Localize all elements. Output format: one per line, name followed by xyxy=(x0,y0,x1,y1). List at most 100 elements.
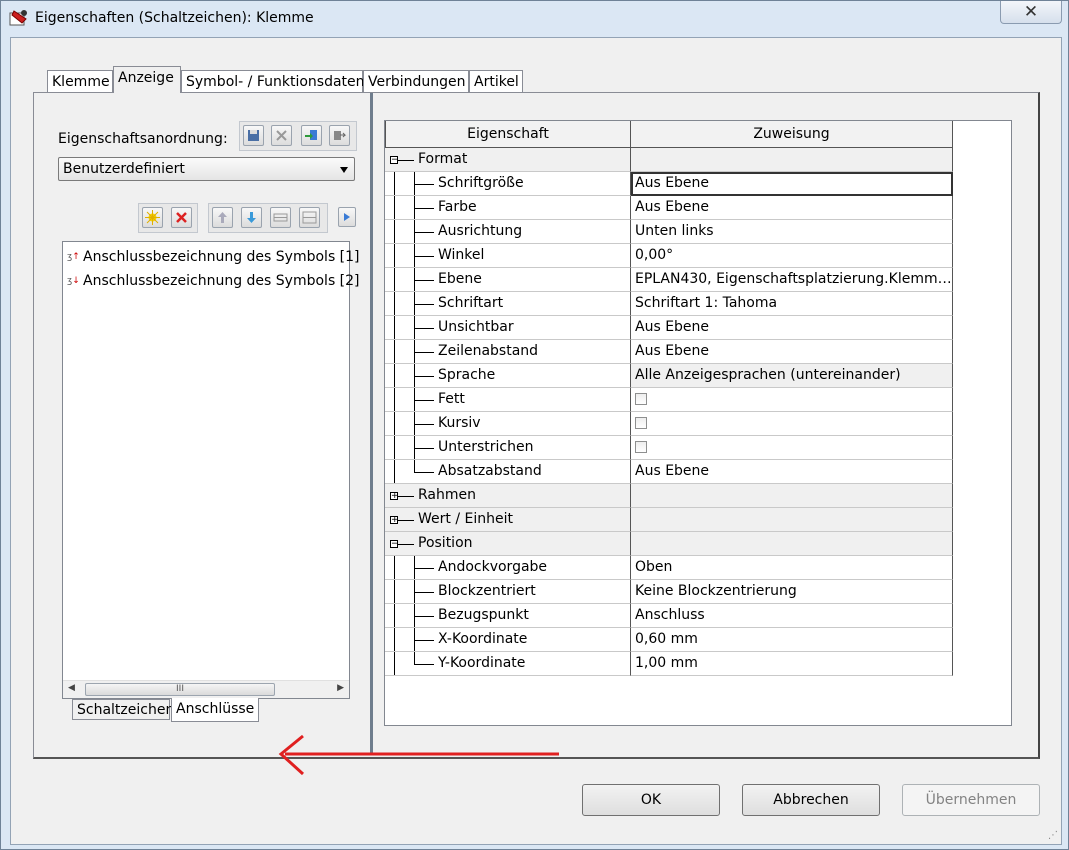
horizontal-scrollbar[interactable]: ◀ III ▶ xyxy=(63,680,349,698)
arrangement-select-value: Benutzerdefiniert xyxy=(63,161,185,177)
tab-verbindungen[interactable]: Verbindungen xyxy=(363,70,469,92)
connection-up-icon: ʒ↑ xyxy=(67,252,80,262)
list-item[interactable]: ʒ↓ Anschlussbezeichnung des Symbols [2] xyxy=(67,270,360,292)
property-value-cell xyxy=(631,508,953,532)
property-value-cell[interactable]: EPLAN430, Eigenschaftsplatzierung.Klemme… xyxy=(631,268,953,292)
app-icon xyxy=(9,10,27,26)
column-header-property[interactable]: Eigenschaft xyxy=(385,121,631,148)
expand-icon[interactable]: + xyxy=(390,492,399,501)
tree-connector xyxy=(394,412,395,435)
table-row[interactable]: Position − xyxy=(385,532,953,556)
delete-icon[interactable] xyxy=(271,125,292,146)
table-row[interactable]: Absatzabstand Aus Ebene xyxy=(385,460,953,484)
table-row[interactable]: Zeilenabstand Aus Ebene xyxy=(385,340,953,364)
property-name: Sprache xyxy=(438,367,496,383)
table-row[interactable]: Blockzentriert Keine Blockzentrierung xyxy=(385,580,953,604)
list-item[interactable]: ʒ↑ Anschlussbezeichnung des Symbols [1] xyxy=(67,246,360,268)
property-name: Schriftart xyxy=(438,295,504,311)
move-down-icon[interactable] xyxy=(241,207,262,228)
property-value-cell[interactable]: 0,60 mm xyxy=(631,628,953,652)
import-icon[interactable] xyxy=(301,125,322,146)
table-row[interactable]: Ebene EPLAN430, Eigenschaftsplatzierung.K… xyxy=(385,268,953,292)
scroll-thumb[interactable]: III xyxy=(85,683,275,696)
property-value-cell[interactable]: Aus Ebene xyxy=(631,316,953,340)
table-row[interactable]: Farbe Aus Ebene xyxy=(385,196,953,220)
tree-connector xyxy=(394,172,395,195)
table-row[interactable]: Format − xyxy=(385,148,953,172)
table-row[interactable]: Schriftgröße Aus Ebene xyxy=(385,172,953,196)
table-row[interactable]: Wert / Einheit + xyxy=(385,508,953,532)
property-value-cell[interactable]: Oben xyxy=(631,556,953,580)
tab-klemme[interactable]: Klemme xyxy=(47,70,113,92)
property-value-cell[interactable] xyxy=(631,436,953,460)
table-row[interactable]: Schriftart Schriftart 1: Tahoma xyxy=(385,292,953,316)
more-icon[interactable] xyxy=(338,207,356,227)
tree-connector xyxy=(394,220,395,243)
delete-icon[interactable] xyxy=(171,207,192,228)
table-row[interactable]: Unsichtbar Aus Ebene xyxy=(385,316,953,340)
tab-artikel[interactable]: Artikel xyxy=(469,70,523,92)
property-value-cell[interactable]: Aus Ebene xyxy=(631,196,953,220)
property-value-cell[interactable]: Alle Anzeigesprachen (untereinander) xyxy=(631,364,953,388)
collapse-icon[interactable]: − xyxy=(390,540,399,549)
property-name-cell: Absatzabstand xyxy=(385,460,631,484)
property-value-cell[interactable]: Aus Ebene xyxy=(631,172,953,196)
table-row[interactable]: Ausrichtung Unten links xyxy=(385,220,953,244)
property-value-cell[interactable]: Unten links xyxy=(631,220,953,244)
apply-button[interactable]: Übernehmen xyxy=(902,784,1040,816)
annotation-arrow xyxy=(278,734,559,776)
resize-grip-icon[interactable]: ⋰ xyxy=(1048,830,1058,841)
table-row[interactable]: Kursiv xyxy=(385,412,953,436)
checkbox[interactable] xyxy=(635,393,647,405)
tree-connector xyxy=(394,436,395,459)
property-value-cell[interactable] xyxy=(631,388,953,412)
table-row[interactable]: Rahmen + xyxy=(385,484,953,508)
tree-connector xyxy=(394,244,395,267)
table-row[interactable]: X-Koordinate 0,60 mm xyxy=(385,628,953,652)
property-value-cell[interactable]: Anschluss xyxy=(631,604,953,628)
panel-splitter[interactable] xyxy=(370,93,373,755)
tree-connector xyxy=(394,268,395,291)
property-value-cell[interactable]: Keine Blockzentrierung xyxy=(631,580,953,604)
split-icon[interactable] xyxy=(299,207,320,228)
property-value-cell[interactable]: Aus Ebene xyxy=(631,340,953,364)
table-row[interactable]: Fett xyxy=(385,388,953,412)
title-bar[interactable]: Eigenschaften (Schaltzeichen): Klemme ✕ xyxy=(1,1,1068,37)
arrangement-select[interactable]: Benutzerdefiniert xyxy=(58,157,355,181)
table-row[interactable]: Bezugspunkt Anschluss xyxy=(385,604,953,628)
merge-icon[interactable] xyxy=(270,207,291,228)
table-row[interactable]: Sprache Alle Anzeigesprachen (untereinand… xyxy=(385,364,953,388)
scroll-right-icon[interactable]: ▶ xyxy=(337,683,344,693)
table-row[interactable]: Winkel 0,00° xyxy=(385,244,953,268)
table-row[interactable]: Y-Koordinate 1,00 mm xyxy=(385,652,953,676)
subtab-anschluesse[interactable]: Anschlüsse xyxy=(171,698,259,722)
table-row[interactable]: Andockvorgabe Oben xyxy=(385,556,953,580)
connection-down-icon: ʒ↓ xyxy=(67,276,80,286)
ok-button[interactable]: OK xyxy=(582,784,720,816)
export-icon[interactable] xyxy=(329,125,350,146)
checkbox[interactable] xyxy=(635,417,647,429)
property-value-cell[interactable] xyxy=(631,412,953,436)
subtab-schaltzeichen[interactable]: Schaltzeichen xyxy=(72,699,174,720)
tab-anzeige[interactable]: Anzeige xyxy=(113,66,181,93)
property-value-cell[interactable]: 0,00° xyxy=(631,244,953,268)
new-icon[interactable] xyxy=(142,207,163,228)
table-row[interactable]: Unterstrichen xyxy=(385,436,953,460)
scroll-left-icon[interactable]: ◀ xyxy=(68,683,75,693)
property-value-cell[interactable]: 1,00 mm xyxy=(631,652,953,676)
cancel-button[interactable]: Abbrechen xyxy=(742,784,880,816)
tab-symbol-funktionsdaten[interactable]: Symbol- / Funktionsdaten xyxy=(181,70,365,92)
tree-connector xyxy=(414,352,434,353)
property-name-cell: Ebene xyxy=(385,268,631,292)
move-up-icon[interactable] xyxy=(212,207,233,228)
save-icon[interactable] xyxy=(243,125,264,146)
property-name-cell: Winkel xyxy=(385,244,631,268)
property-value-cell[interactable]: Schriftart 1: Tahoma xyxy=(631,292,953,316)
column-header-value[interactable]: Zuweisung xyxy=(630,121,953,148)
property-value-cell[interactable]: Aus Ebene xyxy=(631,460,953,484)
close-button[interactable]: ✕ xyxy=(1000,1,1062,24)
expand-icon[interactable]: + xyxy=(390,516,399,525)
collapse-icon[interactable]: − xyxy=(390,156,399,165)
checkbox[interactable] xyxy=(635,441,647,453)
tree-connector xyxy=(394,628,395,651)
